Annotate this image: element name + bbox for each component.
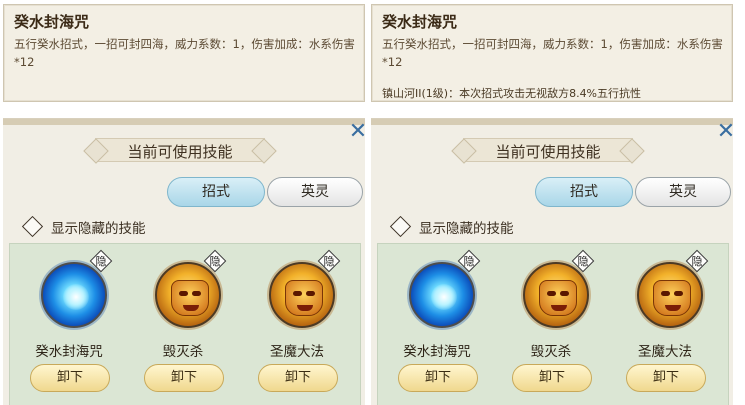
skill-name: 毁灭杀 — [530, 344, 572, 360]
hide-tag-icon[interactable]: 隐 — [571, 249, 595, 273]
demon-eye — [192, 291, 201, 296]
skill-slot: 隐 癸水封海咒 卸下 — [382, 244, 492, 405]
demon-face — [653, 280, 691, 316]
demon-mouth — [183, 305, 199, 311]
unload-button[interactable]: 卸下 — [144, 364, 224, 392]
tooltip-title: 癸水封海咒 — [14, 13, 90, 31]
unload-button[interactable]: 卸下 — [398, 364, 478, 392]
demon-eye — [306, 291, 315, 296]
demon-eye — [179, 291, 188, 296]
tooltip-extra-effect: 镇山河II(1级)：本次招式攻击无视敌方8.4%五行抗性 — [382, 87, 642, 100]
close-icon[interactable]: ✕ — [347, 121, 369, 143]
show-hidden-label: 显示隐藏的技能 — [51, 221, 146, 237]
skill-slot: 隐 毁灭杀 卸下 — [128, 244, 238, 405]
water-spark — [431, 284, 457, 310]
tab-heroes[interactable]: 英灵 — [267, 177, 363, 207]
left-screen: 癸水封海咒 五行癸水招式，一招可封四海，威力系数：1，伤害加成：水系伤害*12 … — [3, 0, 372, 405]
tooltip-description: 五行癸水招式，一招可封四海，威力系数：1，伤害加成：水系伤害*12 — [382, 37, 723, 69]
skill-tooltip: 癸水封海咒 五行癸水招式，一招可封四海，威力系数：1，伤害加成：水系伤害*12 — [3, 4, 365, 102]
demon-eye — [547, 291, 556, 296]
demon-face — [539, 280, 577, 316]
skill-name: 癸水封海咒 — [35, 344, 103, 360]
demon-face — [171, 280, 209, 316]
skill-list: 隐 癸水封海咒 卸下 隐 毁灭杀 卸下 隐 圣魔大法 卸下 — [377, 243, 729, 405]
demon-eye — [661, 291, 670, 296]
hide-tag-label: 隐 — [691, 255, 703, 268]
demon-eye — [560, 291, 569, 296]
show-hidden-label: 显示隐藏的技能 — [419, 221, 514, 237]
right-screen: 癸水封海咒 五行癸水招式，一招可封四海，威力系数：1，伤害加成：水系伤害*12 … — [371, 0, 740, 405]
tab-heroes[interactable]: 英灵 — [635, 177, 731, 207]
diamond-checkbox-icon[interactable] — [389, 215, 412, 238]
tab-moves[interactable]: 招式 — [535, 177, 633, 207]
skill-tooltip: 癸水封海咒 五行癸水招式，一招可封四海，威力系数：1，伤害加成：水系伤害*12 … — [371, 4, 733, 102]
skill-name: 圣魔大法 — [638, 344, 692, 360]
skill-slot: 隐 圣魔大法 卸下 — [610, 244, 720, 405]
panel-title-banner: 当前可使用技能 — [95, 133, 265, 167]
panel-title: 当前可使用技能 — [495, 143, 601, 161]
hide-tag-label: 隐 — [95, 255, 107, 268]
hide-tag-icon[interactable]: 隐 — [457, 249, 481, 273]
comparison-screenshot: 癸水封海咒 五行癸水招式，一招可封四海，威力系数：1，伤害加成：水系伤害*12 … — [0, 0, 745, 405]
unload-button[interactable]: 卸下 — [512, 364, 592, 392]
hide-tag-icon[interactable]: 隐 — [317, 249, 341, 273]
hide-tag-label: 隐 — [209, 255, 221, 268]
skill-panel: 当前可使用技能 ✕ 招式 英灵 显示隐藏的技能 隐 癸水封海咒 卸下 隐 毁灭杀… — [371, 118, 735, 405]
hide-tag-icon[interactable]: 隐 — [203, 249, 227, 273]
skill-slot: 隐 圣魔大法 卸下 — [242, 244, 352, 405]
demon-mouth — [297, 305, 313, 311]
tab-moves[interactable]: 招式 — [167, 177, 265, 207]
tooltip-title: 癸水封海咒 — [382, 13, 458, 31]
demon-eye — [293, 291, 302, 296]
hide-tag-label: 隐 — [463, 255, 475, 268]
skill-name: 癸水封海咒 — [403, 344, 471, 360]
demon-eye — [674, 291, 683, 296]
hide-tag-label: 隐 — [323, 255, 335, 268]
skill-list: 隐 癸水封海咒 卸下 隐 毁灭杀 卸下 隐 圣魔大法 卸下 — [9, 243, 361, 405]
hide-tag-icon[interactable]: 隐 — [685, 249, 709, 273]
panel-title: 当前可使用技能 — [127, 143, 233, 161]
panel-top-border — [371, 119, 733, 125]
unload-button[interactable]: 卸下 — [258, 364, 338, 392]
skill-slot: 隐 毁灭杀 卸下 — [496, 244, 606, 405]
hide-tag-label: 隐 — [577, 255, 589, 268]
unload-button[interactable]: 卸下 — [30, 364, 110, 392]
hide-tag-icon[interactable]: 隐 — [89, 249, 113, 273]
demon-mouth — [665, 305, 681, 311]
demon-face — [285, 280, 323, 316]
panel-title-banner: 当前可使用技能 — [463, 133, 633, 167]
unload-button[interactable]: 卸下 — [626, 364, 706, 392]
water-spark — [63, 284, 89, 310]
diamond-checkbox-icon[interactable] — [21, 215, 44, 238]
panel-top-border — [3, 119, 365, 125]
tooltip-description: 五行癸水招式，一招可封四海，威力系数：1，伤害加成：水系伤害*12 — [14, 37, 355, 69]
skill-panel: 当前可使用技能 ✕ 招式 英灵 显示隐藏的技能 隐 癸水封海咒 卸下 隐 毁灭杀… — [3, 118, 367, 405]
skill-name: 圣魔大法 — [270, 344, 324, 360]
skill-slot: 隐 癸水封海咒 卸下 — [14, 244, 124, 405]
demon-mouth — [551, 305, 567, 311]
skill-name: 毁灭杀 — [162, 344, 204, 360]
close-icon[interactable]: ✕ — [715, 121, 737, 143]
